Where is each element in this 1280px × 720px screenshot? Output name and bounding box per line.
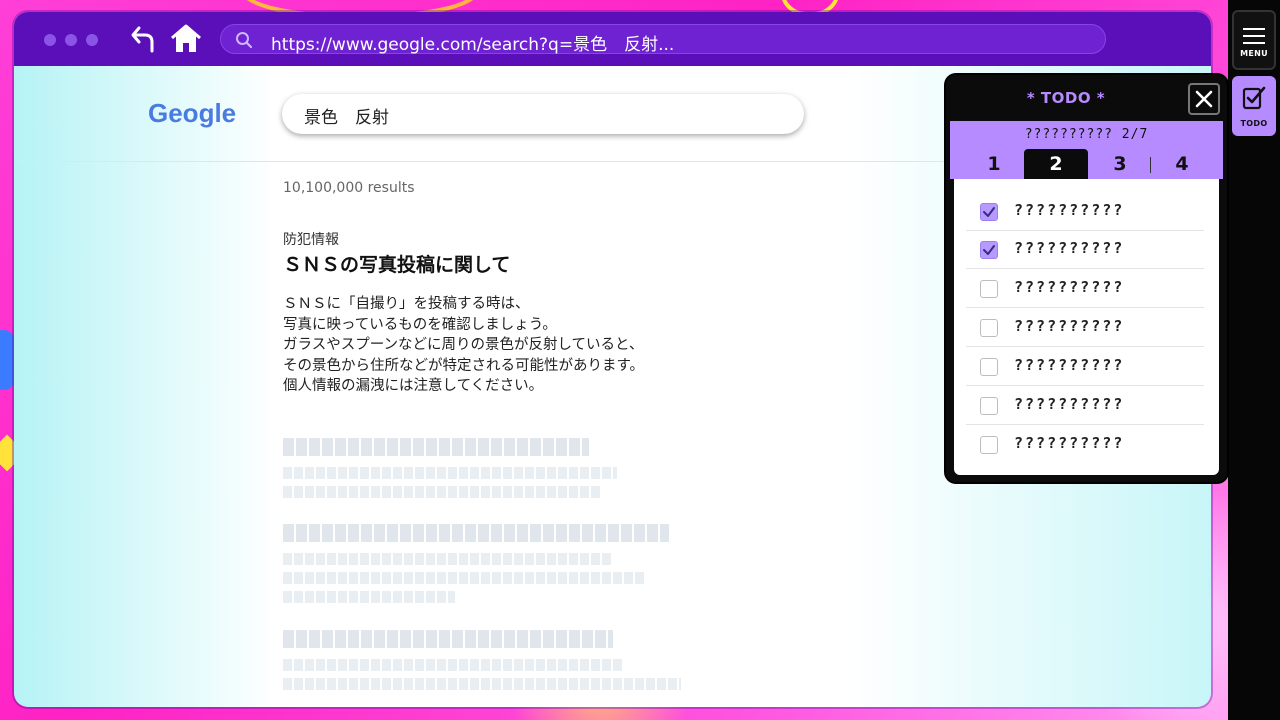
result-snippet-line: ガラスやスプーンなどに周りの景色が反射していると、 <box>283 337 644 353</box>
placeholder-result-line <box>283 659 623 671</box>
result-snippet-line: 写真に映っているものを確認しましょう。 <box>283 316 557 333</box>
todo-checkbox[interactable] <box>980 319 998 337</box>
search-icon <box>235 31 253 49</box>
background-blob-decoration <box>0 330 14 390</box>
back-icon[interactable] <box>130 24 158 54</box>
window-dot-1 <box>44 34 56 46</box>
todo-item-text: ?????????? <box>1014 239 1125 257</box>
todo-item[interactable]: ?????????? <box>966 193 1204 231</box>
todo-item-text: ?????????? <box>1014 356 1125 374</box>
placeholder-result-title <box>283 438 589 456</box>
placeholder-result-title <box>283 524 669 542</box>
side-rail: MENU TODO <box>1228 0 1280 720</box>
todo-item-text: ?????????? <box>1014 201 1125 219</box>
todo-tab-3[interactable]: 3 <box>1088 149 1152 179</box>
result-source: 防犯情報 <box>283 232 339 248</box>
placeholder-result-line <box>283 467 617 479</box>
todo-item-text: ?????????? <box>1014 317 1125 335</box>
todo-progress: ?????????? 2/7 <box>1024 127 1149 142</box>
address-bar-url: https://www.geogle.com/search?q=景色 反射... <box>271 35 675 55</box>
result-snippet: ＳＮＳに「自撮り」を投稿する時は、 写真に映っているものを確認しましょう。 ガラ… <box>283 294 703 397</box>
todo-checkbox[interactable] <box>980 436 998 454</box>
result-title[interactable]: ＳＮＳの写真投稿に関して <box>283 250 510 277</box>
todo-panel: * TODO * ?????????? 2/7 1 2 3 4 ????????… <box>946 75 1227 482</box>
todo-item-text: ?????????? <box>1014 278 1125 296</box>
home-icon[interactable] <box>170 24 202 54</box>
todo-button[interactable]: TODO <box>1232 76 1276 136</box>
todo-tab-1[interactable]: 1 <box>962 149 1026 179</box>
todo-close-button[interactable] <box>1188 83 1220 115</box>
search-engine-logo[interactable]: Geogle <box>148 98 236 129</box>
window-dot-3 <box>86 34 98 46</box>
menu-button[interactable]: MENU <box>1232 10 1276 70</box>
result-snippet-line: その景色から住所などが特定される可能性があります。 <box>283 357 645 374</box>
todo-checkbox[interactable] <box>980 397 998 415</box>
todo-tab-4[interactable]: 4 <box>1150 149 1214 179</box>
menu-button-label: MENU <box>1240 48 1268 58</box>
todo-list: ?????????? ?????????? ?????????? ???????… <box>954 179 1219 475</box>
todo-item-text: ?????????? <box>1014 395 1125 413</box>
todo-checkbox[interactable] <box>980 358 998 376</box>
todo-item[interactable]: ?????????? <box>966 231 1204 269</box>
result-snippet-line: ＳＮＳに「自撮り」を投稿する時は、 <box>283 296 530 312</box>
todo-checkbox[interactable] <box>980 280 998 298</box>
todo-item-text: ?????????? <box>1014 434 1125 452</box>
browser-titlebar: https://www.geogle.com/search?q=景色 反射... <box>14 12 1211 66</box>
todo-checkbox[interactable] <box>980 241 998 259</box>
todo-item[interactable]: ?????????? <box>966 270 1204 308</box>
placeholder-result-title <box>283 630 613 648</box>
todo-item[interactable]: ?????????? <box>966 426 1204 464</box>
address-bar[interactable]: https://www.geogle.com/search?q=景色 反射... <box>220 24 1106 55</box>
todo-item[interactable]: ?????????? <box>966 348 1204 386</box>
checklist-icon <box>1241 85 1267 115</box>
results-count: 10,100,000 results <box>283 180 415 196</box>
todo-tab-2[interactable]: 2 <box>1024 149 1088 179</box>
search-input-value: 景色 反射 <box>304 108 389 128</box>
todo-checkbox[interactable] <box>980 203 998 221</box>
check-icon <box>983 207 995 217</box>
result-snippet-line: 個人情報の漏洩には注意してください。 <box>283 378 544 394</box>
todo-header: ?????????? 2/7 1 2 3 4 <box>950 121 1223 179</box>
placeholder-result-line <box>283 572 645 584</box>
menu-icon <box>1243 27 1265 45</box>
check-icon <box>983 245 995 255</box>
placeholder-result-line <box>283 486 601 498</box>
todo-button-label: TODO <box>1240 118 1268 128</box>
todo-item[interactable]: ?????????? <box>966 309 1204 347</box>
placeholder-result-line <box>283 553 613 565</box>
todo-title: * TODO * <box>1026 89 1106 107</box>
close-icon <box>1195 90 1213 108</box>
placeholder-result-line <box>283 591 455 603</box>
search-input[interactable]: 景色 反射 <box>282 94 804 134</box>
todo-item[interactable]: ?????????? <box>966 387 1204 425</box>
window-dot-2 <box>65 34 77 46</box>
placeholder-result-line <box>283 678 681 690</box>
